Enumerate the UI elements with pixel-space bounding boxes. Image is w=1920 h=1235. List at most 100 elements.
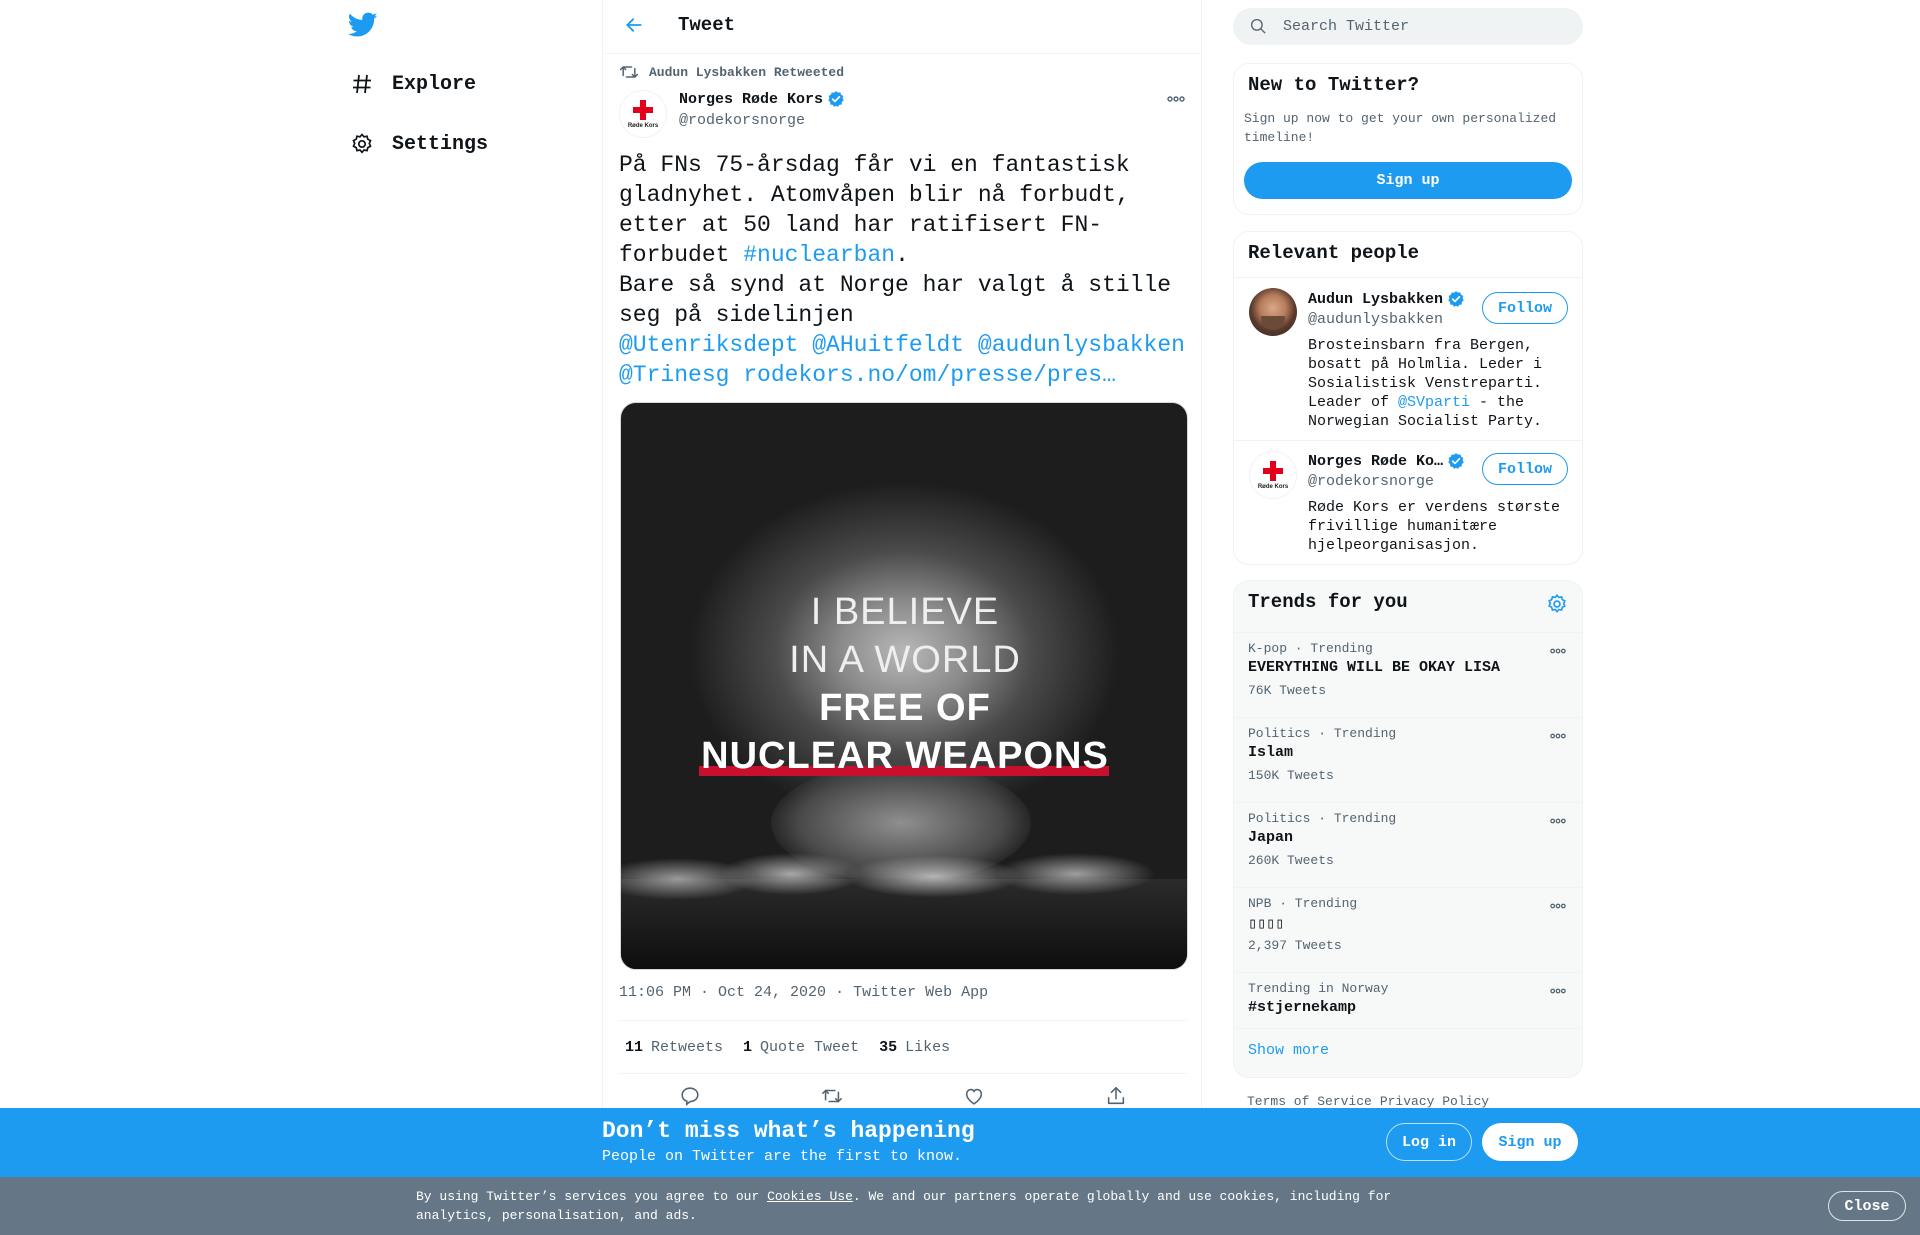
follow-button[interactable]: Follow (1482, 453, 1568, 485)
quote-tweets-count[interactable]: 1 Quote Tweet (743, 1039, 859, 1056)
trends-panel: Trends for you K-pop · Trending EVERYTHI… (1233, 580, 1583, 1078)
privacy-link[interactable]: Privacy Policy (1380, 1094, 1489, 1109)
person-name[interactable]: Norges Røde Ko… (1308, 452, 1465, 470)
trend-name: ▯▯▯▯ (1248, 916, 1285, 933)
reply-icon[interactable] (676, 1082, 704, 1110)
panel-title: New to Twitter? (1248, 74, 1420, 96)
person-name-text: Audun Lysbakken (1308, 290, 1444, 308)
trend-item[interactable]: Politics · Trending Japan 260K Tweets (1234, 802, 1582, 886)
sign-up-button[interactable]: Sign up (1482, 1123, 1578, 1161)
avatar-logo-text: Røde Kors (1257, 483, 1289, 490)
trend-context: Politics · Trending (1248, 811, 1397, 826)
person-handle[interactable]: @audunlysbakken (1308, 311, 1443, 328)
more-options-icon[interactable] (1548, 730, 1568, 742)
banner-subtitle: People on Twitter are the first to know. (602, 1148, 963, 1165)
likes-count[interactable]: 35 Likes (879, 1039, 950, 1056)
nav-settings[interactable]: Settings (348, 124, 488, 164)
more-options-icon[interactable] (1165, 92, 1187, 106)
person-name[interactable]: Audun Lysbakken (1308, 290, 1465, 308)
cookies-use-link[interactable]: Cookies Use (767, 1189, 853, 1204)
person-handle[interactable]: @rodekorsnorge (1308, 473, 1434, 490)
more-options-icon[interactable] (1548, 645, 1568, 657)
nav-explore[interactable]: Explore (348, 64, 476, 104)
retweet-context[interactable]: Audun Lysbakken Retweeted (619, 62, 844, 82)
trend-item[interactable]: NPB · Trending ▯▯▯▯ 2,397 Tweets (1234, 887, 1582, 971)
person-bio: Røde Kors er verdens største frivillige … (1308, 499, 1561, 554)
more-options-icon[interactable] (1548, 900, 1568, 912)
person-bio: Brosteinsbarn fra Bergen, bosatt på Holm… (1308, 336, 1570, 431)
cookie-text-before: By using Twitter’s services you agree to… (416, 1189, 768, 1204)
new-to-twitter-panel: New to Twitter? Sign up now to get your … (1233, 63, 1583, 215)
quote-tweets-value: 1 (743, 1038, 753, 1056)
tweet-image[interactable]: I BELIEVE IN A WORLD FREE OF NUCLEAR WEA… (620, 402, 1188, 970)
trend-count: 76K Tweets (1248, 683, 1327, 698)
tweet-timestamp[interactable]: 11:06 PM · Oct 24, 2020 (619, 984, 826, 1001)
image-text-line: IN A WORLD (789, 639, 1021, 681)
tweet-source[interactable]: Twitter Web App (853, 984, 988, 1001)
trend-context: K-pop · Trending (1248, 641, 1373, 656)
page-title: Tweet (678, 14, 736, 36)
mention-link[interactable]: @Trinesg (619, 362, 729, 388)
follow-button[interactable]: Follow (1482, 292, 1568, 324)
gear-icon[interactable] (1546, 593, 1568, 615)
hashtag-link[interactable]: #nuclearban (743, 242, 895, 268)
trend-name: #stjernekamp (1248, 999, 1357, 1016)
footer-links: Terms of Service Privacy Policy (1247, 1094, 1497, 1109)
arrow-left-icon (624, 15, 644, 40)
trend-name: EVERYTHING WILL BE OKAY LISA (1248, 659, 1501, 676)
person-card[interactable]: Audun Lysbakken @audunlysbakken Follow B… (1234, 278, 1582, 441)
back-button[interactable] (621, 14, 647, 40)
mention-link[interactable]: @Utenriksdept (619, 332, 798, 358)
avatar[interactable] (1249, 288, 1297, 336)
url-link[interactable]: rodekors.no/om/presse/pres… (743, 362, 1116, 388)
author-handle[interactable]: @rodekorsnorge (679, 112, 805, 129)
avatar[interactable]: Røde Kors (619, 90, 667, 138)
terms-link[interactable]: Terms of Service (1247, 1094, 1372, 1109)
panel-title: Relevant people (1248, 242, 1420, 264)
tweet-header: Tweet (603, 0, 1201, 54)
trend-name: Islam (1248, 744, 1294, 761)
trend-context: NPB · Trending (1248, 896, 1358, 911)
author-name[interactable]: Norges Røde Kors (679, 90, 845, 108)
person-card[interactable]: Røde Kors Norges Røde Ko… @rodekorsnorge… (1234, 441, 1582, 565)
cookie-text: By using Twitter’s services you agree to… (416, 1187, 1426, 1225)
retweets-value: 11 (625, 1038, 644, 1056)
more-options-icon[interactable] (1548, 985, 1568, 997)
share-icon[interactable] (1102, 1082, 1130, 1110)
trend-count: 2,397 Tweets (1248, 938, 1342, 953)
mention-link[interactable]: @audunlysbakken (978, 332, 1185, 358)
sign-up-button[interactable]: Sign up (1244, 162, 1572, 199)
search-icon (1249, 17, 1269, 37)
retweeted-by-label: Audun Lysbakken Retweeted (649, 64, 845, 80)
trend-item[interactable]: K-pop · Trending EVERYTHING WILL BE OKAY… (1234, 632, 1582, 716)
tweet-column: Tweet Audun Lysbakken Retweeted Røde Kor… (602, 0, 1202, 1235)
close-button[interactable]: Close (1828, 1191, 1906, 1221)
meta-separator: · (835, 984, 845, 1001)
image-ground (621, 849, 1187, 969)
retweet-icon[interactable] (818, 1082, 846, 1110)
search-input[interactable]: Search Twitter (1233, 8, 1583, 45)
mention-link[interactable]: @AHuitfeldt (812, 332, 964, 358)
trend-item[interactable]: Politics · Trending Islam 150K Tweets (1234, 717, 1582, 801)
trend-name: Japan (1248, 829, 1294, 846)
likes-label: Likes (905, 1038, 951, 1056)
retweets-count[interactable]: 11 Retweets (625, 1039, 723, 1056)
image-text-line: FREE OF (819, 687, 991, 729)
trend-item[interactable]: Trending in Norway #stjernekamp (1234, 972, 1582, 1028)
avatar-logo-text: Røde Kors (627, 122, 659, 129)
red-cross-icon (1263, 460, 1283, 481)
divider (1234, 1028, 1582, 1029)
mention-link[interactable]: @SVparti (1398, 394, 1470, 411)
image-text-line: NUCLEAR WEAPONS (701, 735, 1109, 777)
person-name-text: Norges Røde Ko… (1308, 452, 1444, 470)
avatar[interactable]: Røde Kors (1249, 451, 1297, 499)
panel-title: Trends for you (1248, 591, 1408, 613)
likes-value: 35 (879, 1038, 898, 1056)
verified-badge-icon (827, 90, 845, 108)
show-more-link[interactable]: Show more (1248, 1042, 1329, 1059)
tweet-text: På FNs 75-årsdag får vi en fantastisk gl… (619, 150, 1194, 390)
like-icon[interactable] (960, 1082, 988, 1110)
log-in-button[interactable]: Log in (1386, 1123, 1472, 1161)
twitter-bird-icon[interactable] (347, 12, 382, 42)
more-options-icon[interactable] (1548, 815, 1568, 827)
